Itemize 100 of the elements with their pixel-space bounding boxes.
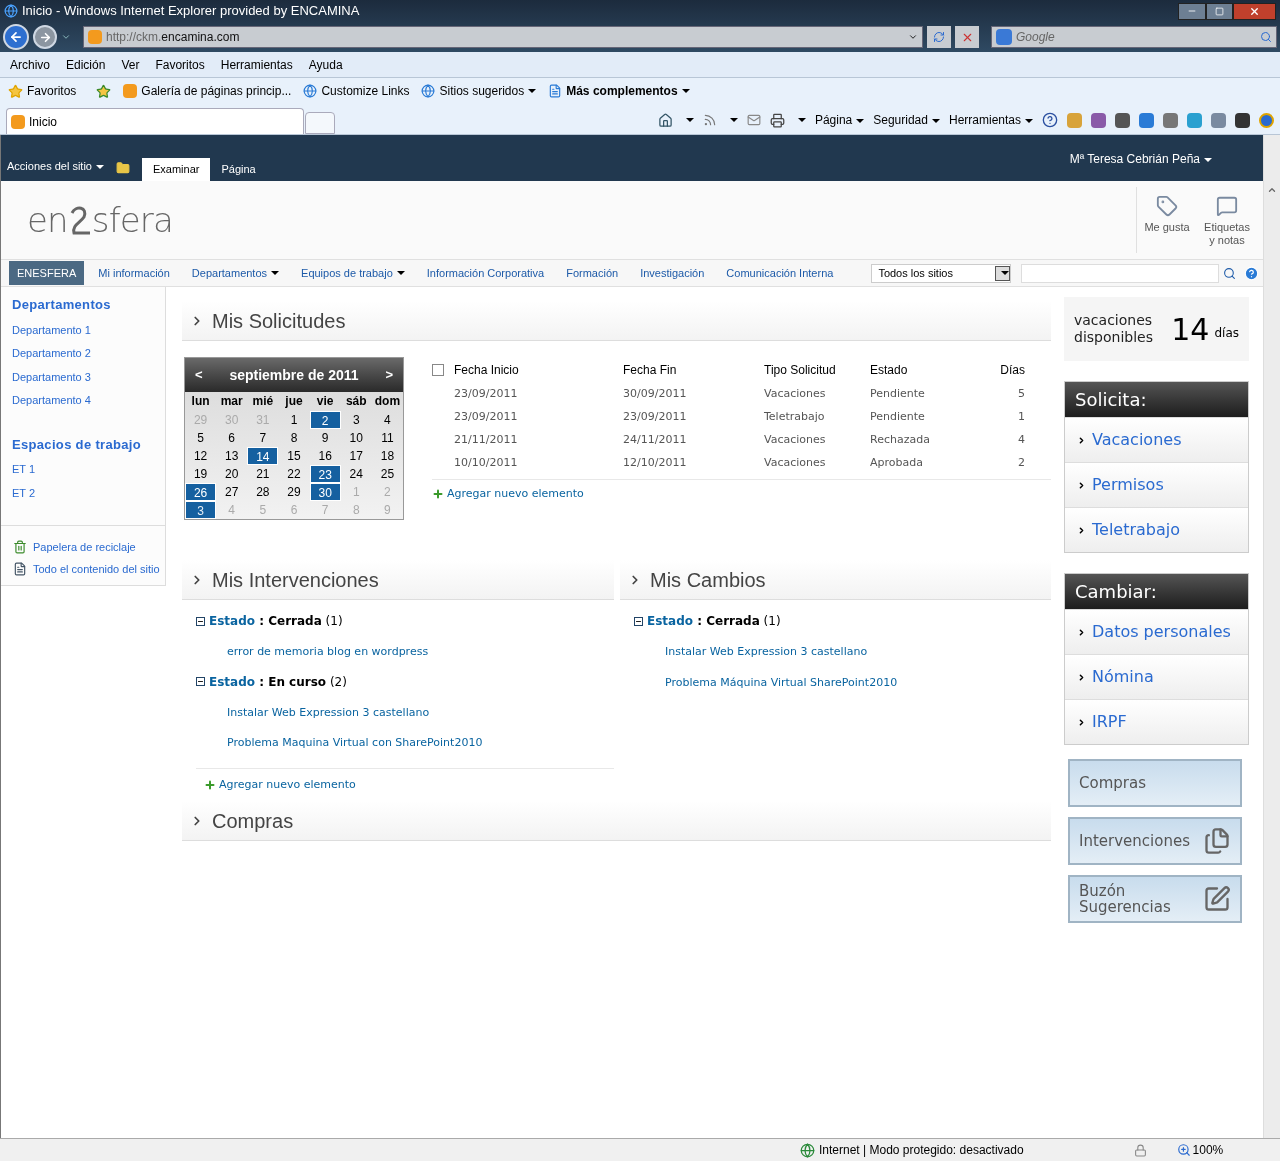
settings-icon[interactable]: [1259, 112, 1274, 128]
calendar-day[interactable]: 30: [309, 483, 341, 501]
calendar-day[interactable]: 16: [309, 447, 341, 465]
print-icon[interactable]: [769, 112, 785, 128]
nav-heading[interactable]: Espacios de trabajo: [1, 434, 165, 454]
column-header[interactable]: Fecha Inicio: [454, 360, 623, 379]
zoom-level[interactable]: 100%: [1192, 1141, 1224, 1159]
menu-item[interactable]: Archivo: [10, 55, 50, 74]
calendar-day[interactable]: 6: [216, 429, 248, 447]
shortcut-button[interactable]: Compras: [1068, 759, 1242, 807]
scroll-up-icon[interactable]: [1267, 185, 1277, 195]
command-menu[interactable]: Herramientas: [948, 111, 1033, 129]
item-link[interactable]: Problema Máquina Virtual SharePoint2010: [665, 674, 1051, 691]
calendar-day[interactable]: 7: [247, 429, 279, 447]
help-icon[interactable]: [1042, 112, 1058, 128]
calendar-day[interactable]: 29: [278, 483, 310, 501]
collapse-toggle-icon[interactable]: [634, 616, 643, 626]
calendar-day[interactable]: 15: [278, 447, 310, 465]
next-month-button[interactable]: >: [385, 365, 393, 385]
item-link[interactable]: Problema Maquina Virtual con SharePoint2010: [227, 735, 614, 752]
item-link[interactable]: Instalar Web Expression 3 castellano: [665, 644, 1051, 661]
site-actions-menu[interactable]: Acciones del sitio: [7, 157, 104, 174]
column-header[interactable]: Días: [970, 360, 1025, 379]
calendar-day[interactable]: 22: [278, 465, 310, 483]
menu-item[interactable]: Ayuda: [308, 55, 343, 74]
menu-item[interactable]: Herramientas: [220, 55, 293, 74]
add-item-link[interactable]: Agregar nuevo elemento: [219, 776, 356, 793]
command-menu[interactable]: Seguridad: [873, 111, 940, 129]
nav-link[interactable]: Papelera de reciclaje: [33, 539, 136, 556]
calendar-day[interactable]: 20: [216, 465, 248, 483]
nav-link[interactable]: ET 2: [1, 484, 165, 501]
menu-item[interactable]: Ver: [121, 55, 140, 74]
minimize-button[interactable]: [1178, 2, 1206, 20]
collapse-toggle-icon[interactable]: [196, 677, 205, 686]
calendar-day[interactable]: 14: [247, 447, 279, 465]
search-box[interactable]: Google: [991, 26, 1277, 48]
nav-link[interactable]: Departamento 1: [1, 321, 165, 338]
scope-dropdown[interactable]: Todos los sitios: [871, 263, 1012, 283]
calendar-day[interactable]: 27: [216, 483, 248, 501]
calendar-day[interactable]: 5: [185, 429, 217, 447]
browser-tab[interactable]: Inicio: [6, 108, 304, 134]
nav-item[interactable]: Investigación: [640, 261, 705, 285]
nav-link[interactable]: Todo el contenido del sitio: [33, 560, 160, 577]
ribbon-tab[interactable]: Examinar: [142, 158, 211, 181]
favorite-link[interactable]: Galería de páginas princip...: [123, 82, 292, 100]
mail-icon[interactable]: [746, 113, 761, 127]
nav-heading[interactable]: Departamentos: [1, 295, 165, 315]
calendar-day[interactable]: 26: [185, 483, 217, 501]
nav-item[interactable]: Información Corporativa: [426, 261, 545, 285]
menu-item[interactable]: Favoritos: [155, 55, 205, 74]
search-field[interactable]: Google: [1016, 28, 1260, 46]
item-link[interactable]: Instalar Web Expression 3 castellano: [227, 704, 614, 721]
column-header[interactable]: Fecha Fin: [623, 360, 764, 379]
favorite-link[interactable]: Más complementos: [548, 82, 690, 100]
calendar-day[interactable]: 12: [185, 447, 217, 465]
shortcut-button[interactable]: Intervenciones: [1068, 817, 1242, 865]
refresh-button[interactable]: [927, 26, 951, 48]
addon-icon[interactable]: [1115, 112, 1130, 128]
nav-link[interactable]: Departamento 3: [1, 368, 165, 385]
calendar-day[interactable]: 17: [340, 447, 372, 465]
social-button[interactable]: Etiquetas y notas: [1197, 187, 1257, 253]
calendar-day[interactable]: 18: [371, 447, 403, 465]
ribbon-tab[interactable]: Página: [210, 158, 267, 181]
menu-item[interactable]: Edición: [66, 55, 106, 74]
search-icon[interactable]: [1260, 31, 1272, 43]
calendar-day[interactable]: 24: [340, 465, 372, 483]
addon-icon[interactable]: [1235, 112, 1250, 128]
calendar-day[interactable]: 23: [309, 465, 341, 483]
forward-button[interactable]: [33, 25, 57, 49]
address-field[interactable]: http://ckm.encamina.com: [83, 26, 923, 48]
calendar-day[interactable]: 3: [185, 501, 217, 519]
nav-item[interactable]: Comunicación Interna: [726, 261, 834, 285]
collapse-toggle-icon[interactable]: [196, 616, 205, 626]
add-item-link[interactable]: Agregar nuevo elemento: [447, 486, 584, 503]
calendar-day[interactable]: 3: [340, 411, 372, 429]
nav-item[interactable]: Formación: [566, 261, 619, 285]
search-icon[interactable]: [1223, 266, 1237, 280]
restore-button[interactable]: [1206, 2, 1233, 20]
column-header[interactable]: Estado: [870, 360, 970, 379]
nav-item[interactable]: ENESFERA: [9, 261, 85, 285]
calendar-day[interactable]: 13: [216, 447, 248, 465]
panel-link[interactable]: Nómina: [1092, 665, 1154, 689]
calendar-day[interactable]: 2: [309, 411, 341, 429]
site-search-field[interactable]: [1021, 263, 1220, 283]
calendar-day[interactable]: 10: [340, 429, 372, 447]
nav-item[interactable]: Departamentos: [191, 261, 280, 285]
history-dropdown-icon[interactable]: [61, 32, 71, 42]
back-button[interactable]: [3, 24, 29, 50]
user-menu[interactable]: Mª Teresa Cebrián Peña: [1069, 150, 1212, 168]
calendar-day[interactable]: 11: [371, 429, 403, 447]
calendar-day[interactable]: 28: [247, 483, 279, 501]
shortcut-button[interactable]: Buzón Sugerencias: [1068, 875, 1242, 923]
dropdown-icon[interactable]: [908, 32, 918, 42]
close-button[interactable]: [1233, 2, 1276, 20]
feeds-icon[interactable]: [702, 113, 717, 127]
favorites-button[interactable]: Favoritos: [27, 82, 77, 100]
nav-link[interactable]: Departamento 2: [1, 345, 165, 362]
select-all-checkbox[interactable]: [432, 363, 444, 376]
nav-link[interactable]: Departamento 4: [1, 392, 165, 409]
previous-month-button[interactable]: <: [195, 365, 203, 385]
